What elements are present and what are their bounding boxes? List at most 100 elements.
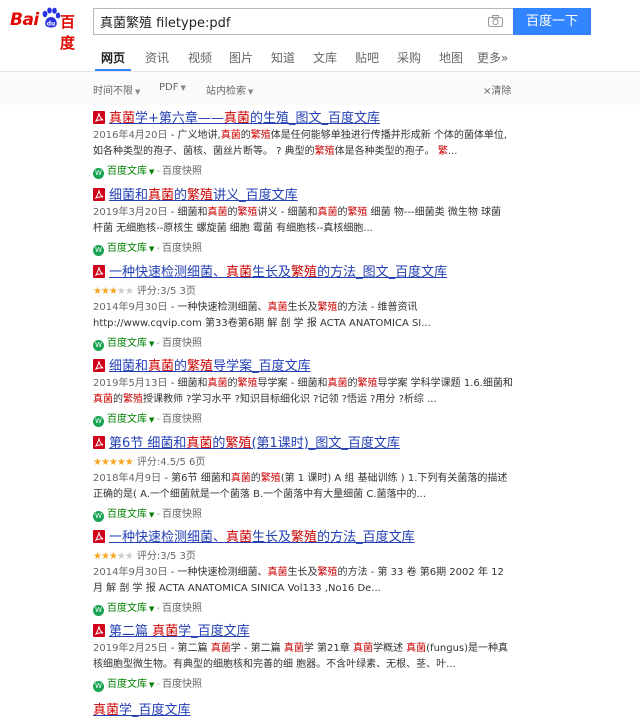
result-date: 2019年3月20日 (93, 207, 168, 218)
result-abstract: 2019年2月25日 - 第二篇 真菌学 - 第二篇 真菌学 第21章 真菌学概… (93, 641, 513, 673)
abstract-keyword: 繁殖 (347, 207, 368, 218)
result-rating: ★★★★★ 评分:3/5 3页 (93, 547, 523, 562)
result-title-link[interactable]: 真菌学+第六章——真菌的生殖_图文_百度文库 (93, 107, 523, 126)
chevron-down-icon[interactable]: ▼ (149, 416, 154, 424)
title-text: 的 (174, 188, 188, 203)
search-result: 一种快速检测细菌、真菌生长及繁殖的方法_图文_百度文库 ★★★★★ 评分:3/5 3… (93, 261, 523, 351)
site-filter-label: 站内检索 (206, 86, 246, 97)
wenku-icon: W (93, 681, 104, 692)
site-filter[interactable]: 站内检索 ▼ (206, 82, 253, 97)
title-text: 学_百度文库 (119, 703, 191, 717)
tab-news[interactable]: 资讯 (145, 49, 169, 66)
abstract-text: - 一种快速检测细菌、 (167, 567, 268, 578)
time-filter[interactable]: 时间不限 ▼ (93, 82, 140, 97)
tab-purchase[interactable]: 采购 (397, 49, 421, 66)
abstract-text: - 细菌和 (167, 378, 208, 389)
svg-text:du: du (47, 21, 56, 28)
snapshot-link[interactable]: 百度快照 (162, 603, 202, 614)
result-source: W 百度文库 ▼ - 百度快照 (93, 334, 523, 351)
abstract-keyword: 真菌 (207, 378, 228, 389)
title-keyword: 繁殖 (291, 265, 318, 280)
star-rating-icon: ★★★★★ (93, 286, 134, 297)
type-filter[interactable]: PDF ▼ (159, 82, 186, 93)
title-keyword: 繁殖 (225, 436, 252, 451)
tab-zhidao[interactable]: 知道 (271, 49, 295, 66)
snapshot-link[interactable]: 百度快照 (162, 166, 202, 177)
separator: - (156, 243, 160, 254)
result-source: W 百度文库 ▼ - 百度快照 (93, 599, 523, 616)
baidu-logo[interactable]: Bai du 百度 (10, 4, 88, 52)
result-abstract: 2016年4月20日 - 广义地讲,真菌的繁殖体是任何能够单独进行传播并形成新 … (93, 128, 513, 160)
search-input[interactable] (94, 9, 474, 34)
source-name[interactable]: 百度文库 (107, 338, 147, 349)
tab-web[interactable]: 网页 (101, 49, 125, 66)
source-name[interactable]: 百度文库 (107, 509, 147, 520)
search-button[interactable]: 百度一下 (513, 8, 591, 35)
snapshot-link[interactable]: 百度快照 (162, 509, 202, 520)
chevron-down-icon[interactable]: ▼ (149, 245, 154, 253)
tab-video[interactable]: 视频 (188, 49, 212, 66)
result-title-link[interactable]: 一种快速检测细菌、真菌生长及繁殖的方法_百度文库 (93, 526, 523, 545)
chevron-down-icon[interactable]: ▼ (149, 340, 154, 348)
tab-wenku[interactable]: 文库 (313, 49, 337, 66)
abstract-text: 授课教师 ?学习水平 ?知识目标细化识 ?记领 ?悟运 ?用分 ?析综 ... (143, 394, 437, 405)
active-tab-indicator (95, 69, 131, 71)
chevron-down-icon[interactable]: ▼ (149, 168, 154, 176)
tab-more[interactable]: 更多» (477, 49, 508, 66)
source-name[interactable]: 百度文库 (107, 679, 147, 690)
snapshot-link[interactable]: 百度快照 (162, 679, 202, 690)
abstract-text: 讲义 - 细菌和 (257, 207, 318, 218)
title-text: 生长及 (252, 530, 292, 545)
result-date: 2014年9月30日 (93, 567, 168, 578)
result-abstract: 2014年9月30日 - 一种快速检测细菌、真菌生长及繁殖的方法 - 第 33 … (93, 565, 513, 597)
result-title-link[interactable]: 细菌和真菌的繁殖导学案_百度文库 (93, 355, 523, 374)
pdf-icon (93, 265, 105, 278)
chevron-down-icon: ▼ (135, 88, 141, 96)
abstract-text: 的 (227, 207, 238, 218)
abstract-keyword: 繁殖 (237, 378, 258, 389)
abstract-keyword: 真菌 (207, 207, 228, 218)
result-title-link[interactable]: 第6节 细菌和真菌的繁殖(第1课时)_图文_百度文库 (93, 432, 523, 451)
result-title-link[interactable]: 一种快速检测细菌、真菌生长及繁殖的方法_图文_百度文库 (93, 261, 523, 280)
title-text: 细菌和 (109, 188, 149, 203)
title-keyword: 繁殖 (187, 188, 214, 203)
source-name[interactable]: 百度文库 (107, 243, 147, 254)
camera-icon[interactable] (488, 15, 503, 27)
search-result: 第6节 细菌和真菌的繁殖(第1课时)_图文_百度文库 ★★★★★ 评分:4.5/5 … (93, 432, 523, 522)
result-rating: ★★★★★ 评分:3/5 3页 (93, 282, 523, 297)
abstract-keyword: 繁殖 (237, 207, 258, 218)
search-result: 一种快速检测细菌、真菌生长及繁殖的方法_百度文库 ★★★★★ 评分:3/5 3页 20… (93, 526, 523, 616)
result-title-link[interactable]: 第二篇 真菌学_百度文库 (93, 620, 523, 639)
search-box (93, 8, 513, 35)
chevron-down-icon[interactable]: ▼ (149, 681, 154, 689)
result-title-link[interactable]: 真菌学_百度文库 (93, 699, 523, 717)
result-date: 2016年4月20日 (93, 130, 168, 141)
tab-images[interactable]: 图片 (229, 49, 253, 66)
abstract-keyword: 真菌 (220, 130, 241, 141)
chevron-down-icon[interactable]: ▼ (149, 605, 154, 613)
abstract-keyword: 真菌 (327, 378, 348, 389)
header: Bai du 百度 百度一下 (0, 0, 640, 52)
source-name[interactable]: 百度文库 (107, 414, 147, 425)
title-keyword: 真菌 (109, 111, 136, 126)
abstract-text: - 第二篇 (167, 643, 211, 654)
snapshot-link[interactable]: 百度快照 (162, 338, 202, 349)
abstract-keyword: 真菌 (352, 643, 373, 654)
type-filter-label: PDF (159, 82, 179, 93)
tab-tieba[interactable]: 贴吧 (355, 49, 379, 66)
snapshot-link[interactable]: 百度快照 (162, 243, 202, 254)
tab-map[interactable]: 地图 (439, 49, 463, 66)
search-result: 真菌学_百度文库 (93, 699, 523, 717)
source-name[interactable]: 百度文库 (107, 603, 147, 614)
abstract-text: 的 (113, 394, 123, 405)
result-source: W 百度文库 ▼ - 百度快照 (93, 675, 523, 692)
source-name[interactable]: 百度文库 (107, 166, 147, 177)
filter-bar: 时间不限 ▼ PDF ▼ 站内检索 ▼ ×清除 (0, 73, 640, 105)
chevron-down-icon: ▼ (248, 88, 254, 96)
chevron-down-icon[interactable]: ▼ (149, 511, 154, 519)
clear-filters-button[interactable]: ×清除 (483, 82, 511, 97)
result-title-link[interactable]: 细菌和真菌的繁殖讲义_百度文库 (93, 184, 523, 203)
snapshot-link[interactable]: 百度快照 (162, 414, 202, 425)
separator: - (156, 509, 160, 520)
result-source: W 百度文库 ▼ - 百度快照 (93, 162, 523, 179)
